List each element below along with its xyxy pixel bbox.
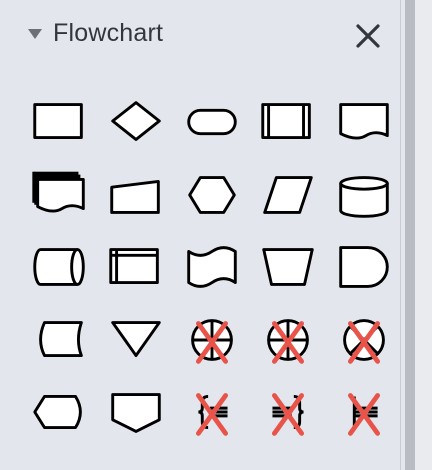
terminator-icon <box>187 108 237 136</box>
display-icon <box>33 395 82 429</box>
multi-document-shape[interactable] <box>22 165 98 238</box>
paper-tape-shape[interactable] <box>174 237 250 310</box>
manual-operation-icon <box>262 248 314 286</box>
decision-shape[interactable] <box>98 92 174 165</box>
collate-icon <box>343 318 385 364</box>
collate-shape[interactable] <box>326 310 402 383</box>
direct-data-shape[interactable] <box>22 237 98 310</box>
process-shape[interactable] <box>22 92 98 165</box>
predefined-process-shape[interactable] <box>250 92 326 165</box>
internal-storage-shape[interactable] <box>98 237 174 310</box>
manual-input-icon <box>110 179 160 214</box>
panel-header: Flowchart <box>0 0 400 70</box>
stored-data-shape[interactable] <box>22 310 98 383</box>
paper-tape-icon <box>187 246 237 288</box>
merge-icon <box>111 320 161 357</box>
unavailable-x-icon <box>271 393 305 436</box>
data-icon <box>263 175 313 214</box>
display-shape[interactable] <box>22 382 98 455</box>
direct-data-icon <box>33 248 85 286</box>
manual-operation-shape[interactable] <box>250 237 326 310</box>
preparation-shape[interactable] <box>174 165 250 238</box>
decision-icon <box>111 101 161 141</box>
annotation-bracket-icon <box>347 393 381 436</box>
internal-storage-icon <box>109 248 159 284</box>
panel-scrollbar[interactable] <box>405 0 415 470</box>
delay-icon <box>339 246 389 288</box>
summing-junction-shape[interactable] <box>250 310 326 383</box>
document-icon <box>339 103 389 140</box>
canvas-edge <box>415 0 432 470</box>
data-shape[interactable] <box>250 165 326 238</box>
database-icon <box>339 175 389 218</box>
off-page-connector-shape[interactable] <box>98 382 174 455</box>
summing-junction-icon <box>267 318 309 364</box>
annotation-right-shape[interactable] <box>250 382 326 455</box>
off-page-connector-icon <box>111 393 161 433</box>
multi-document-icon <box>32 171 85 213</box>
shape-grid <box>22 92 402 455</box>
manual-input-shape[interactable] <box>98 165 174 238</box>
or-icon <box>191 318 233 364</box>
annotation-right-icon <box>271 393 305 436</box>
panel-title[interactable]: Flowchart <box>53 19 163 48</box>
flowchart-panel: Flowchart <box>0 0 401 470</box>
preparation-icon <box>188 175 236 214</box>
merge-shape[interactable] <box>98 310 174 383</box>
close-icon[interactable] <box>351 19 385 53</box>
annotation-left-icon <box>195 393 229 436</box>
annotation-bracket-shape[interactable] <box>326 382 402 455</box>
process-icon <box>33 103 83 139</box>
annotation-left-shape[interactable] <box>174 382 250 455</box>
triangle-down-icon[interactable] <box>28 29 42 39</box>
predefined-process-icon <box>261 103 311 139</box>
database-shape[interactable] <box>326 165 402 238</box>
terminator-shape[interactable] <box>174 92 250 165</box>
document-shape[interactable] <box>326 92 402 165</box>
delay-shape[interactable] <box>326 237 402 310</box>
stored-data-icon <box>39 320 83 357</box>
or-shape[interactable] <box>174 310 250 383</box>
